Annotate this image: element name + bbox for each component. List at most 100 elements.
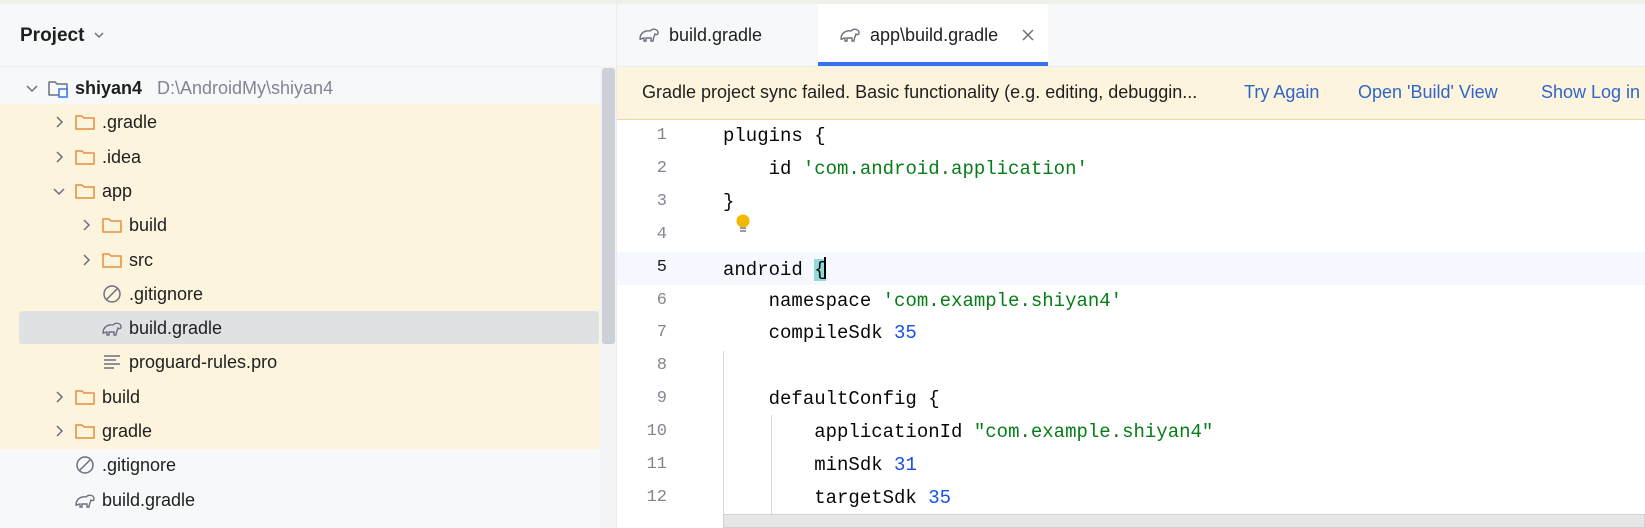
tree-item-label: .gitignore xyxy=(102,455,177,476)
text-caret xyxy=(823,256,826,279)
project-panel-title[interactable]: Project xyxy=(20,25,84,47)
line-number: 5 xyxy=(656,257,667,277)
gradle-elephant-icon xyxy=(102,322,122,336)
code-line[interactable]: 7 compileSdk 35 xyxy=(617,317,1645,350)
text-file-icon xyxy=(104,355,120,370)
tree-item[interactable]: build.gradle xyxy=(0,482,600,518)
tree-item[interactable]: app xyxy=(0,172,600,209)
code-text: targetSdk 35 xyxy=(723,487,951,509)
tree-item-label: build.gradle xyxy=(129,318,223,339)
tree-item-label: proguard-rules.pro xyxy=(129,352,278,373)
tree-item[interactable]: build.gradle xyxy=(0,310,600,347)
banner-message: Gradle project sync failed. Basic functi… xyxy=(642,82,1198,102)
code-editor[interactable]: 1 plugins { 2 id 'com.android.application'… xyxy=(617,120,1645,528)
lightbulb-icon[interactable] xyxy=(733,212,753,236)
code-token: defaultConfig { xyxy=(768,388,940,411)
chevron-down-icon[interactable] xyxy=(52,184,66,198)
code-line[interactable]: 9 defaultConfig { xyxy=(617,383,1645,416)
line-number: 11 xyxy=(646,455,667,474)
tab-label: app\build.gradle xyxy=(870,25,999,45)
tree-item[interactable]: .gitignore xyxy=(0,447,600,483)
tree-item[interactable]: src xyxy=(0,241,600,278)
active-tab-indicator xyxy=(818,62,1048,66)
tree-item-label: build.gradle xyxy=(102,489,196,510)
code-text: minSdk 31 xyxy=(723,454,917,476)
tree-item[interactable]: build xyxy=(0,207,600,244)
number-literal: 31 xyxy=(894,454,917,476)
code-text: plugins { xyxy=(723,125,826,147)
tree-item[interactable]: proguard-rules.pro xyxy=(0,344,600,381)
gradle-elephant-icon xyxy=(75,494,95,508)
code-line[interactable]: 1 plugins { xyxy=(617,120,1645,153)
chevron-right-icon[interactable] xyxy=(79,253,93,267)
editor-horizontal-scrollbar[interactable] xyxy=(723,514,1645,528)
line-number: 2 xyxy=(656,158,667,178)
code-token: namespace xyxy=(768,289,883,312)
tree-item-label: app xyxy=(102,180,133,201)
code-line[interactable]: 12 targetSdk 35 xyxy=(617,482,1645,515)
tab-label: build.gradle xyxy=(669,25,763,45)
chevron-right-icon[interactable] xyxy=(79,218,93,232)
try-again-link[interactable]: Try Again xyxy=(1244,82,1319,103)
ignore-file-icon xyxy=(76,456,94,475)
editor-tab-bar: build.gradle app\build.gradle xyxy=(617,4,1645,67)
code-token: targetSdk xyxy=(814,486,929,509)
code-token: compileSdk xyxy=(768,322,895,345)
folder-icon xyxy=(102,252,122,268)
tree-item[interactable]: .gradle xyxy=(0,104,600,141)
line-number: 3 xyxy=(656,191,667,211)
code-token: id xyxy=(768,157,803,180)
folder-icon xyxy=(75,389,95,405)
code-line[interactable]: 5 android { xyxy=(617,251,1645,285)
gradle-sync-banner: Gradle project sync failed. Basic functi… xyxy=(617,67,1645,120)
show-log-link[interactable]: Show Log in xyxy=(1541,82,1640,103)
tree-item-label: gradle xyxy=(102,421,153,441)
code-token: applicationId xyxy=(814,421,974,444)
code-text: namespace 'com.example.shiyan4' xyxy=(723,290,1122,312)
line-number: 9 xyxy=(656,389,667,409)
code-line[interactable]: 11 minSdk 31 xyxy=(617,449,1645,482)
tab-app-build-gradle[interactable]: app\build.gradle xyxy=(818,4,1048,66)
code-token: minSdk xyxy=(814,454,895,476)
code-line[interactable]: 8 xyxy=(617,350,1645,383)
folder-icon xyxy=(75,149,95,165)
tab-build-gradle[interactable]: build.gradle xyxy=(617,4,807,66)
tree-item[interactable]: .gitignore xyxy=(0,275,600,312)
string-literal: 'com.example.shiyan4' xyxy=(882,289,1123,312)
line-number: 12 xyxy=(646,487,667,507)
code-text: compileSdk 35 xyxy=(723,322,917,344)
tree-item[interactable]: shiyan4 D:\AndroidMy\shiyan4 xyxy=(0,70,600,106)
tree-item[interactable]: .idea xyxy=(0,138,600,175)
project-tree-scroll-thumb[interactable] xyxy=(602,68,615,344)
tree-item[interactable]: build xyxy=(0,378,600,415)
code-line[interactable]: 2 id 'com.android.application' xyxy=(617,153,1645,186)
code-line[interactable]: 4 xyxy=(617,219,1645,252)
editor-panel: build.gradle app\build.gradle Gradle pro… xyxy=(617,4,1645,528)
folder-icon xyxy=(75,424,95,439)
code-token: plugins { xyxy=(723,125,826,147)
close-icon[interactable] xyxy=(1021,28,1035,42)
folder-icon xyxy=(102,218,122,233)
tree-item-label: shiyan4 xyxy=(75,78,143,98)
ignore-file-icon xyxy=(103,285,121,303)
code-line[interactable]: 10 applicationId "com.example.shiyan4" xyxy=(617,416,1645,449)
project-panel-header: Project xyxy=(0,4,617,67)
tree-item-label: .gradle xyxy=(102,112,158,133)
chevron-down-icon[interactable] xyxy=(25,81,39,95)
folder-icon xyxy=(75,115,95,131)
chevron-right-icon[interactable] xyxy=(52,390,66,404)
module-folder-icon xyxy=(48,81,68,98)
line-number: 10 xyxy=(646,422,667,442)
chevron-down-icon[interactable] xyxy=(92,28,106,42)
open-build-view-link[interactable]: Open 'Build' View xyxy=(1358,82,1498,103)
line-number: 1 xyxy=(656,126,667,145)
code-line[interactable]: 6 namespace 'com.example.shiyan4' xyxy=(617,285,1645,318)
code-token: android xyxy=(723,258,815,281)
code-line[interactable]: 3} xyxy=(617,186,1645,219)
chevron-right-icon[interactable] xyxy=(52,115,66,129)
tree-item[interactable]: gradle xyxy=(0,413,600,449)
chevron-right-icon[interactable] xyxy=(52,424,66,438)
chevron-right-icon[interactable] xyxy=(52,150,66,164)
number-literal: 35 xyxy=(894,322,917,345)
code-text: android { xyxy=(723,256,826,281)
